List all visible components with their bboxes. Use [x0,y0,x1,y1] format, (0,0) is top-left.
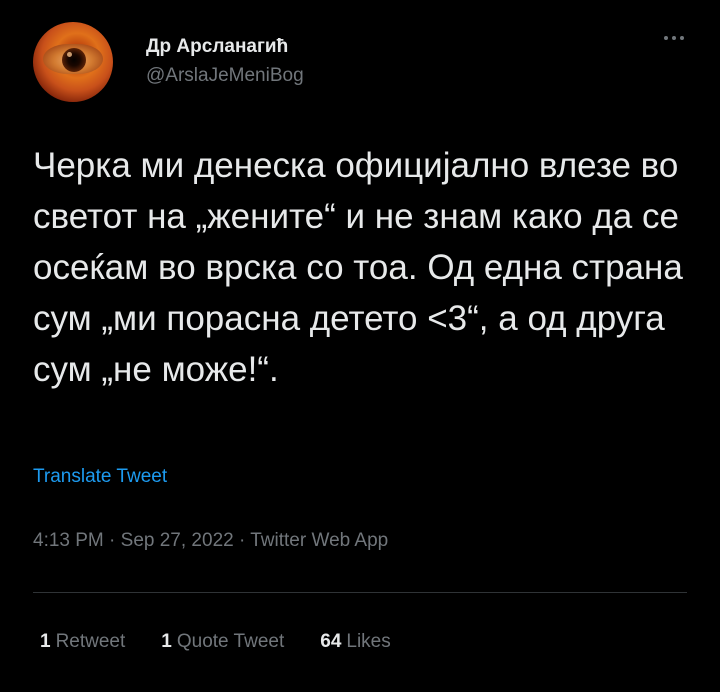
translate-tweet-link[interactable]: Translate Tweet [33,466,167,488]
tweet-header: Др Арсланагиħ @ArslaJeMeniBog [33,22,690,102]
meta-separator: · [109,530,121,551]
more-dots-icon[interactable] [658,28,690,48]
tweet-source[interactable]: Twitter Web App [250,530,388,551]
tweet-time[interactable]: 4:13 PM [33,530,104,551]
retweets-label: Retweet [55,631,126,652]
avatar-glint [67,52,72,57]
dot [680,36,684,40]
meta-separator: · [238,530,251,551]
divider [33,592,687,593]
tweet-text: Черка ми денеска официјално влезе во све… [33,146,683,389]
retweets-stat[interactable]: 1 Retweet [40,631,125,653]
likes-count: 64 [320,631,342,652]
author-handle[interactable]: @ArslaJeMeniBog [146,65,304,87]
tweet-stats: 1 Retweet 1 Quote Tweet 64 Likes [40,631,391,653]
likes-label: Likes [346,631,391,652]
dot [664,36,668,40]
avatar-iris [62,48,86,72]
retweets-count: 1 [40,631,51,652]
tweet-meta: 4:13 PM · Sep 27, 2022 · Twitter Web App [33,530,388,552]
quotes-label: Quote Tweet [176,631,285,652]
dot [672,36,676,40]
avatar[interactable] [33,22,113,102]
quote-tweets-stat[interactable]: 1 Quote Tweet [161,631,284,653]
author-name[interactable]: Др Арсланагиħ [146,36,288,58]
likes-stat[interactable]: 64 Likes [320,631,391,653]
quotes-count: 1 [161,631,172,652]
tweet-date[interactable]: Sep 27, 2022 [121,530,234,551]
